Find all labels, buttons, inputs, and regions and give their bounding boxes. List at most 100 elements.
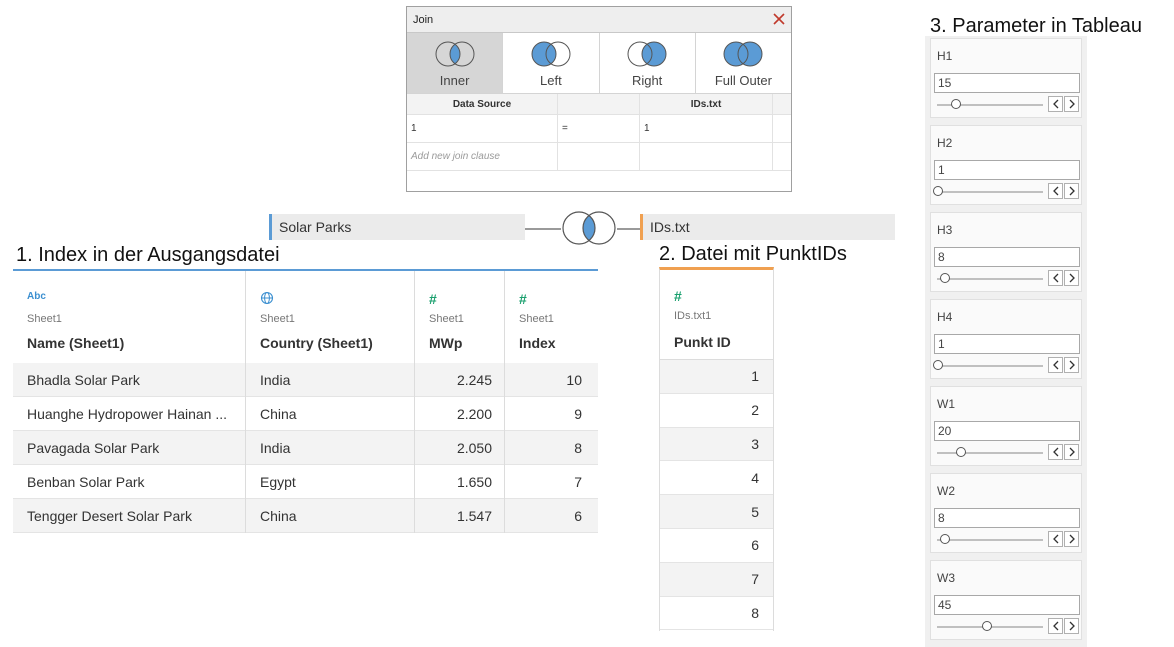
increment-button[interactable] bbox=[1064, 531, 1079, 547]
cell-country: India bbox=[246, 431, 415, 465]
table-row[interactable]: 1 bbox=[660, 360, 773, 394]
parameter-label: H1 bbox=[937, 49, 953, 63]
add-clause-spacer bbox=[773, 143, 791, 170]
slider-track[interactable] bbox=[937, 452, 1043, 454]
chevron-right-icon bbox=[1069, 534, 1075, 544]
increment-button[interactable] bbox=[1064, 618, 1079, 634]
cell-mwp: 2.245 bbox=[415, 363, 505, 397]
clause-header-spacer bbox=[773, 94, 791, 114]
parameters-panel: H1 15 H2 1 H3 8 H4 1 W1 20 W2 8 W3 45 bbox=[925, 36, 1087, 647]
slider-track[interactable] bbox=[937, 191, 1043, 193]
chevron-left-icon bbox=[1052, 534, 1058, 544]
cell-country: China bbox=[246, 499, 415, 533]
ids-table-body: 1 2 3 4 5 6 7 8 bbox=[660, 360, 773, 631]
table-row[interactable]: Huanghe Hydropower Hainan ... China 2.20… bbox=[13, 397, 598, 431]
increment-button[interactable] bbox=[1064, 357, 1079, 373]
add-clause-right bbox=[640, 143, 773, 170]
decrement-button[interactable] bbox=[1048, 531, 1063, 547]
join-dialog-title: Join bbox=[413, 14, 434, 26]
slider-thumb[interactable] bbox=[933, 360, 943, 370]
decrement-button[interactable] bbox=[1048, 183, 1063, 199]
add-join-clause-row[interactable]: Add new join clause bbox=[407, 143, 791, 171]
table-row[interactable]: 3 bbox=[660, 427, 773, 462]
parameter-input[interactable]: 20 bbox=[934, 421, 1080, 441]
cell-name: Benban Solar Park bbox=[13, 465, 246, 499]
add-clause-operator bbox=[558, 143, 640, 170]
table-row[interactable]: 5 bbox=[660, 495, 773, 529]
clause-operator[interactable]: = bbox=[558, 115, 640, 142]
column-name: MWp bbox=[429, 335, 463, 351]
parameter-label: H4 bbox=[937, 310, 953, 324]
globe-icon bbox=[260, 291, 274, 305]
parameter-input[interactable]: 45 bbox=[934, 595, 1080, 615]
table-row[interactable]: Pavagada Solar Park India 2.050 8 bbox=[13, 431, 598, 465]
slider-thumb[interactable] bbox=[951, 99, 962, 109]
decrement-button[interactable] bbox=[1048, 270, 1063, 286]
number-type-icon: # bbox=[519, 291, 527, 307]
column-source: IDs.txt1 bbox=[674, 310, 712, 322]
column-header-mwp[interactable]: # Sheet1 MWp bbox=[415, 271, 505, 363]
column-header-punkt-id[interactable]: # IDs.txt1 Punkt ID bbox=[660, 270, 773, 360]
clause-header-left: Data Source bbox=[407, 94, 558, 114]
increment-button[interactable] bbox=[1064, 270, 1079, 286]
join-connector-left bbox=[525, 228, 561, 230]
slider-track[interactable] bbox=[937, 539, 1043, 541]
clause-left-field[interactable]: 1 bbox=[407, 115, 558, 142]
parameter-input[interactable]: 1 bbox=[934, 334, 1080, 354]
increment-button[interactable] bbox=[1064, 96, 1079, 112]
column-header-country[interactable]: Sheet1 Country (Sheet1) bbox=[246, 271, 415, 363]
decrement-button[interactable] bbox=[1048, 96, 1063, 112]
join-type-left[interactable]: Left bbox=[503, 33, 600, 93]
slider-thumb[interactable] bbox=[940, 534, 951, 544]
table-row[interactable]: 4 bbox=[660, 461, 773, 496]
add-join-clause[interactable]: Add new join clause bbox=[407, 143, 558, 170]
join-type-inner[interactable]: Inner bbox=[407, 33, 504, 93]
cell-index: 7 bbox=[574, 474, 582, 490]
data-source-solar-parks[interactable]: Solar Parks bbox=[269, 214, 525, 240]
join-type-full-outer[interactable]: Full Outer bbox=[695, 33, 791, 93]
slider-track[interactable] bbox=[937, 365, 1043, 367]
data-source-ids-txt[interactable]: IDs.txt bbox=[640, 214, 895, 240]
slider-thumb[interactable] bbox=[933, 186, 943, 196]
slider-thumb[interactable] bbox=[940, 273, 951, 283]
table-row[interactable]: 8 bbox=[660, 597, 773, 631]
slider-thumb[interactable] bbox=[956, 447, 967, 457]
heading-index: 1. Index in der Ausgangsdatei bbox=[16, 244, 280, 266]
cell-name: Huanghe Hydropower Hainan ... bbox=[13, 397, 246, 431]
parameter-input[interactable]: 15 bbox=[934, 73, 1080, 93]
increment-button[interactable] bbox=[1064, 183, 1079, 199]
join-type-label: Right bbox=[631, 73, 663, 88]
cell-mwp: 2.050 bbox=[415, 431, 505, 465]
join-clause-row[interactable]: 1 = 1 bbox=[407, 115, 791, 143]
parameter-input[interactable]: 8 bbox=[934, 247, 1080, 267]
close-icon[interactable] bbox=[770, 10, 788, 28]
inner-join-icon bbox=[435, 41, 475, 67]
parameter-label: H2 bbox=[937, 136, 953, 150]
join-dialog-titlebar: Join bbox=[407, 7, 791, 33]
table-row[interactable]: 7 bbox=[660, 562, 773, 597]
column-header-index[interactable]: # Sheet1 Index bbox=[505, 271, 598, 363]
increment-button[interactable] bbox=[1064, 444, 1079, 460]
chevron-left-icon bbox=[1052, 447, 1058, 457]
parameter-input[interactable]: 1 bbox=[934, 160, 1080, 180]
table-row[interactable]: Bhadla Solar Park India 2.245 10 bbox=[13, 363, 598, 397]
clause-right-field[interactable]: 1 bbox=[640, 115, 773, 142]
join-clause-header: Data Source IDs.txt bbox=[407, 94, 791, 115]
parameter-input[interactable]: 8 bbox=[934, 508, 1080, 528]
table-row[interactable]: 2 bbox=[660, 394, 773, 428]
join-type-right[interactable]: Right bbox=[599, 33, 696, 93]
decrement-button[interactable] bbox=[1048, 444, 1063, 460]
column-header-name[interactable]: Abc Sheet1 Name (Sheet1) bbox=[13, 271, 246, 363]
decrement-button[interactable] bbox=[1048, 618, 1063, 634]
table-row[interactable]: Benban Solar Park Egypt 1.650 7 bbox=[13, 465, 598, 499]
inner-join-icon[interactable] bbox=[560, 210, 618, 246]
table-body: Bhadla Solar Park India 2.245 10 Huanghe… bbox=[13, 363, 598, 533]
table-row[interactable]: 6 bbox=[660, 529, 773, 563]
table-row[interactable]: Tengger Desert Solar Park China 1.547 6 bbox=[13, 499, 598, 533]
parameter-h1: H1 15 bbox=[930, 38, 1082, 118]
decrement-button[interactable] bbox=[1048, 357, 1063, 373]
parameter-label: W3 bbox=[937, 571, 955, 585]
slider-thumb[interactable] bbox=[981, 621, 992, 631]
join-connector-right bbox=[617, 228, 640, 230]
slider-track[interactable] bbox=[937, 278, 1043, 280]
